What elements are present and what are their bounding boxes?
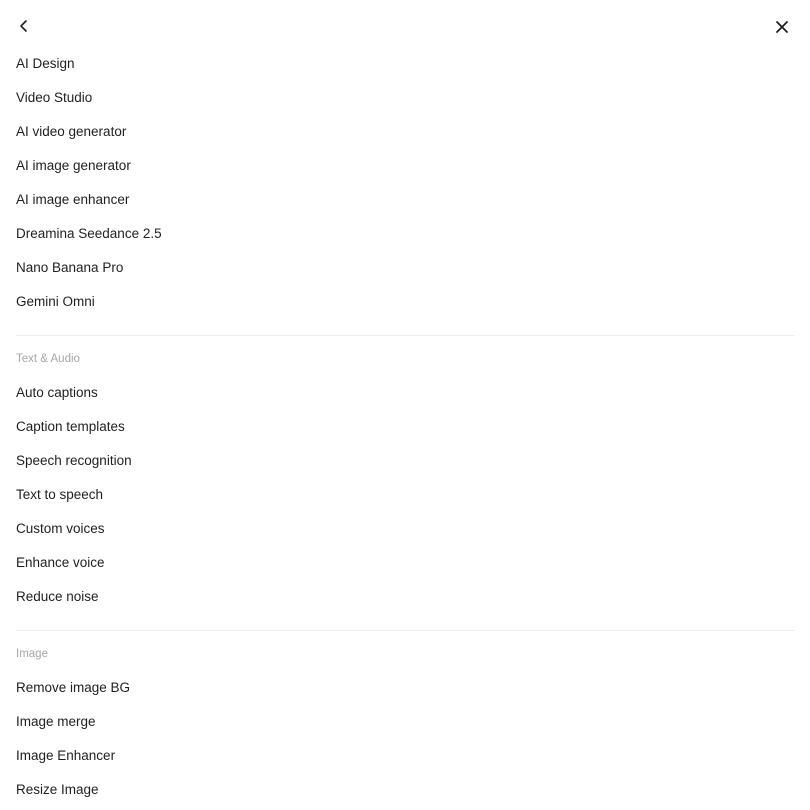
menu-item-video-studio[interactable]: Video Studio (0, 81, 810, 115)
menu-item-image-enhancer[interactable]: Image Enhancer (0, 739, 810, 773)
menu-item-custom-voices[interactable]: Custom voices (0, 512, 810, 546)
menu-item-speech-recognition[interactable]: Speech recognition (0, 444, 810, 478)
menu-item-image-merge[interactable]: Image merge (0, 705, 810, 739)
section-ai: AI Design Video Studio AI video generato… (0, 47, 810, 319)
menu-item-dreamina-seedance[interactable]: Dreamina Seedance 2.5 (0, 217, 810, 251)
menu-item-reduce-noise[interactable]: Reduce noise (0, 580, 810, 614)
section-label-text-audio: Text & Audio (16, 353, 80, 365)
menu-item-ai-image-enhancer[interactable]: AI image enhancer (0, 183, 810, 217)
menu-item-gemini-omni[interactable]: Gemini Omni (0, 285, 810, 319)
menu-item-text-to-speech[interactable]: Text to speech (0, 478, 810, 512)
menu-item-ai-video-generator[interactable]: AI video generator (0, 115, 810, 149)
menu-item-enhance-voice[interactable]: Enhance voice (0, 546, 810, 580)
top-bar (0, 0, 810, 52)
menu-item-nano-banana-pro[interactable]: Nano Banana Pro (0, 251, 810, 285)
menu-item-remove-image-bg[interactable]: Remove image BG (0, 671, 810, 705)
menu-item-ai-design[interactable]: AI Design (0, 47, 810, 81)
section-image: Image Remove image BG Image merge Image … (0, 631, 810, 807)
chevron-left-icon (20, 20, 27, 32)
menu-item-resize-image[interactable]: Resize Image (0, 773, 810, 807)
menu-item-ai-image-generator[interactable]: AI image generator (0, 149, 810, 183)
close-icon (776, 21, 788, 33)
section-text-audio: Text & Audio Auto captions Caption templ… (0, 336, 810, 614)
back-button[interactable] (12, 14, 36, 38)
section-label-image: Image (16, 648, 48, 660)
close-button[interactable] (770, 15, 794, 39)
menu-item-caption-templates[interactable]: Caption templates (0, 410, 810, 444)
menu-item-auto-captions[interactable]: Auto captions (0, 376, 810, 410)
menu-panel: AI Design Video Studio AI video generato… (0, 0, 810, 810)
menu-list: AI Design Video Studio AI video generato… (0, 47, 810, 807)
